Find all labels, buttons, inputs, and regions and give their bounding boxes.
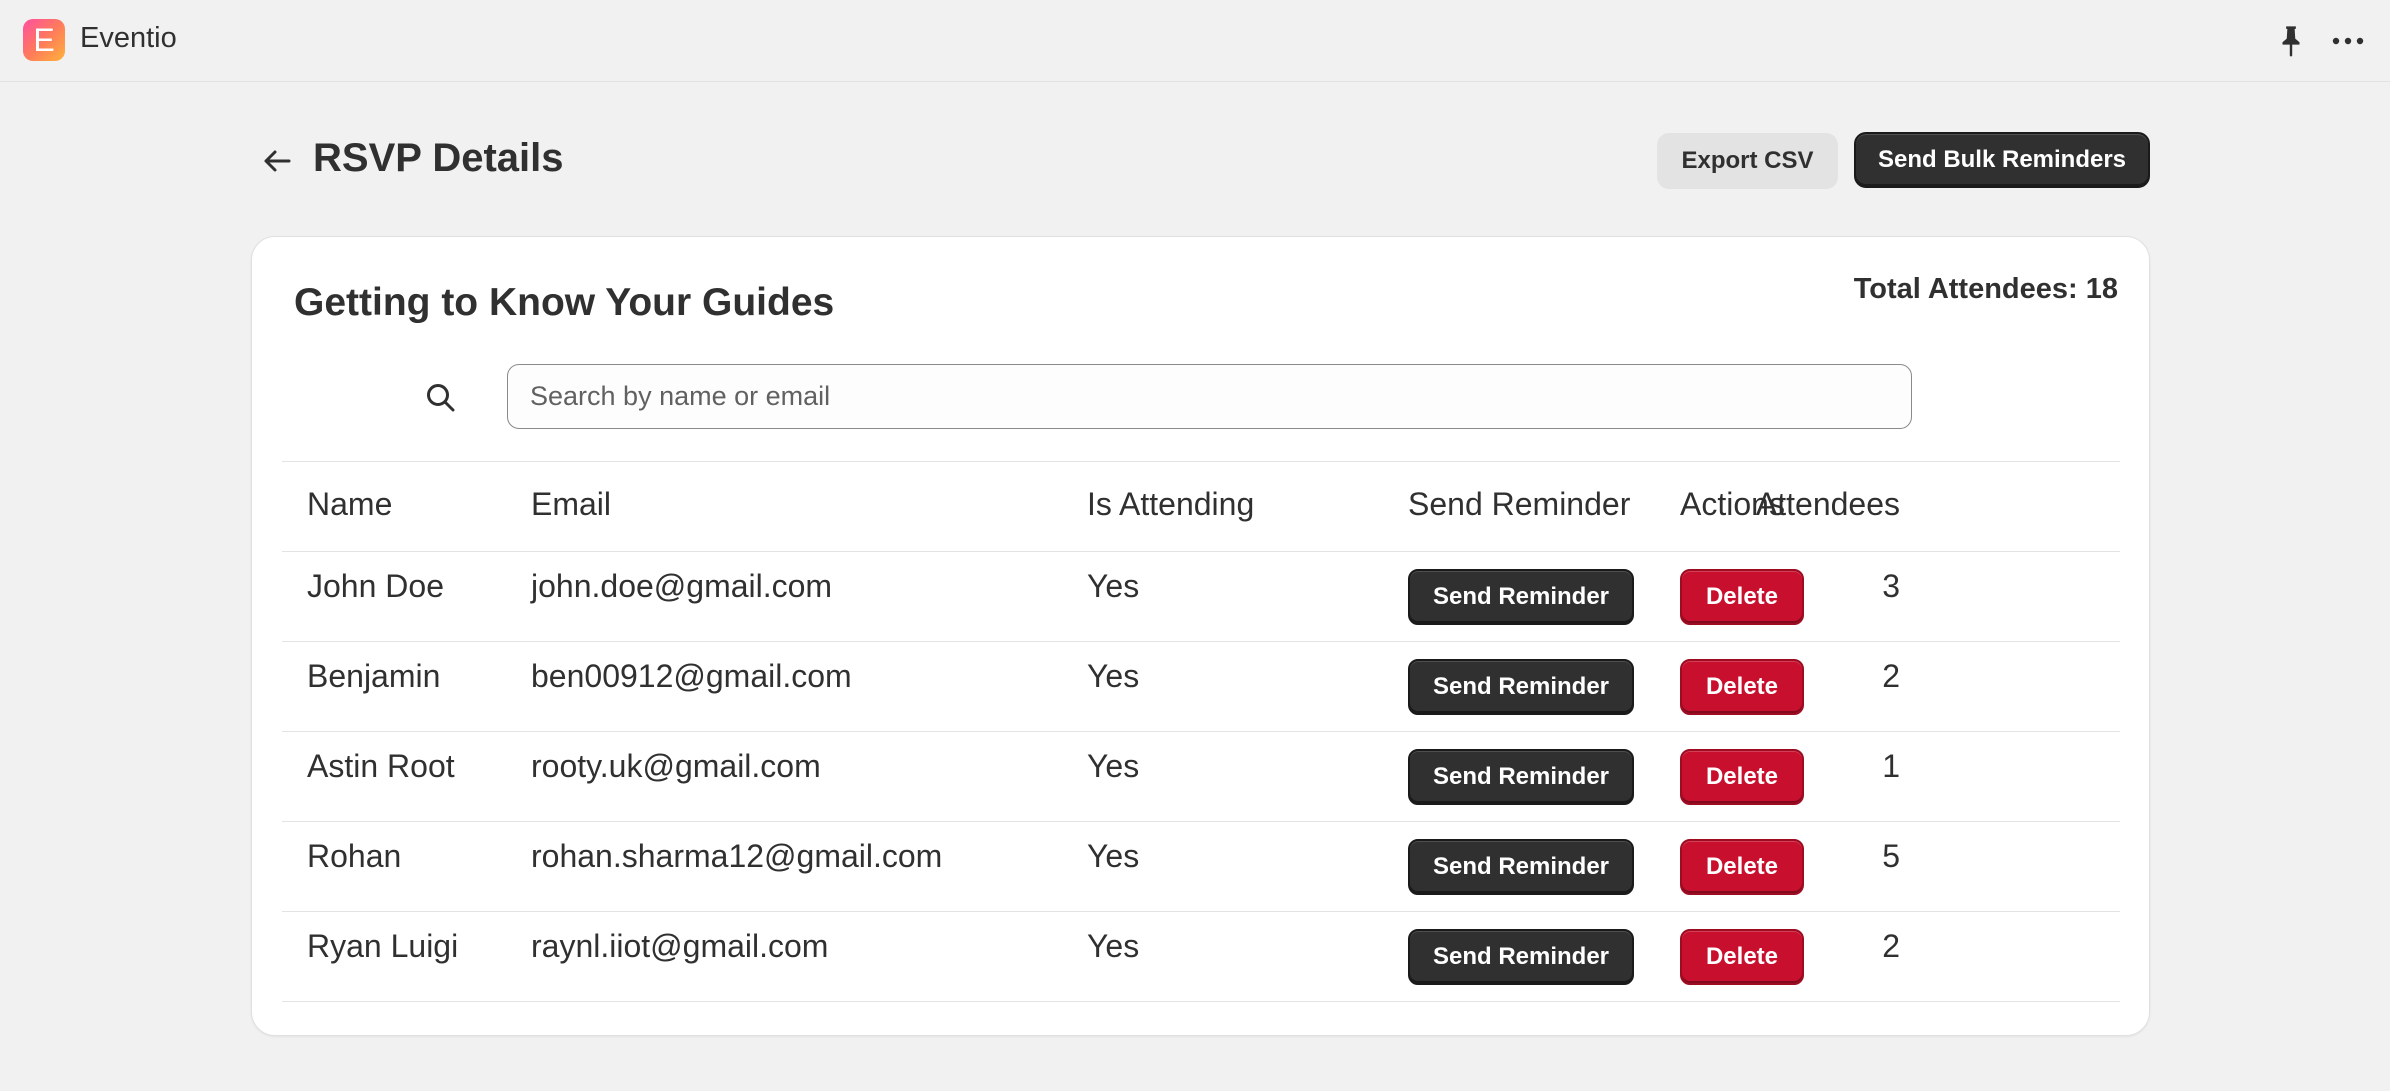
arrow-left-icon[interactable] [259,143,295,179]
column-header-name: Name [307,486,393,522]
table-header-row: Name Email Is Attending Send Reminder At… [282,461,2120,551]
table-row: Benjamin ben00912@gmail.com Yes Send Rem… [282,641,2120,731]
table-row: Rohan rohan.sharma12@gmail.com Yes Send … [282,821,2120,911]
guest-attendee-count: 5 [1882,838,1900,874]
export-csv-button[interactable]: Export CSV [1657,133,1838,189]
guest-email: raynl.iiot@gmail.com [531,928,829,964]
guest-name: Ryan Luigi [307,928,459,964]
search-icon [427,384,455,412]
delete-button[interactable]: Delete [1680,569,1804,625]
guest-name: Rohan [307,838,402,874]
send-reminder-button[interactable]: Send Reminder [1408,929,1634,985]
event-title: Getting to Know Your Guides [294,281,835,324]
guest-attendee-count: 2 [1882,658,1900,694]
guest-attending: Yes [1087,658,1140,694]
send-reminder-button[interactable]: Send Reminder [1408,659,1634,715]
send-reminder-button[interactable]: Send Reminder [1408,569,1634,625]
column-header-actions: Actions [1680,486,1785,522]
guest-name: Benjamin [307,658,441,694]
app-name: Eventio [80,22,177,54]
guest-name: John Doe [307,568,444,604]
send-reminder-button[interactable]: Send Reminder [1408,839,1634,895]
page-title: RSVP Details [313,136,564,180]
guest-attending: Yes [1087,748,1140,784]
rsvp-table: Name Email Is Attending Send Reminder At… [282,461,2120,1091]
column-header-send-reminder: Send Reminder [1408,486,1631,522]
delete-button[interactable]: Delete [1680,659,1804,715]
guest-email: rohan.sharma12@gmail.com [531,838,943,874]
table-row: Ryan Luigi raynl.iiot@gmail.com Yes Send… [282,911,2120,1001]
guest-attending: Yes [1087,838,1140,874]
delete-button[interactable]: Delete [1680,929,1804,985]
search-input[interactable] [507,364,1912,429]
app-logo-icon: E [23,19,65,61]
column-header-email: Email [531,486,612,522]
app-top-bar: E Eventio [0,0,2390,82]
send-reminder-button[interactable]: Send Reminder [1408,749,1634,805]
delete-button[interactable]: Delete [1680,839,1804,895]
guest-attending: Yes [1087,568,1140,604]
more-icon[interactable] [2330,26,2366,56]
guest-email: ben00912@gmail.com [531,658,852,694]
pin-icon[interactable] [2276,24,2306,58]
delete-button[interactable]: Delete [1680,749,1804,805]
total-attendees: Total Attendees: 18 [1853,273,2118,305]
table-row: John Doe john.doe@gmail.com Yes Send Rem… [282,551,2120,641]
guest-attendee-count: 2 [1882,928,1900,964]
column-header-is-attending: Is Attending [1087,486,1255,522]
guest-attendee-count: 3 [1882,568,1900,604]
guest-email: john.doe@gmail.com [531,568,833,604]
guest-email: rooty.uk@gmail.com [531,748,821,784]
guest-attendee-count: 1 [1882,748,1900,784]
guest-name: Astin Root [307,748,455,784]
send-bulk-reminders-button[interactable]: Send Bulk Reminders [1854,132,2150,188]
table-row: Astin Root rooty.uk@gmail.com Yes Send R… [282,731,2120,821]
rsvp-card: Getting to Know Your Guides Total Attend… [251,236,2150,1036]
guest-attending: Yes [1087,928,1140,964]
table-row-divider [282,1001,2120,1091]
